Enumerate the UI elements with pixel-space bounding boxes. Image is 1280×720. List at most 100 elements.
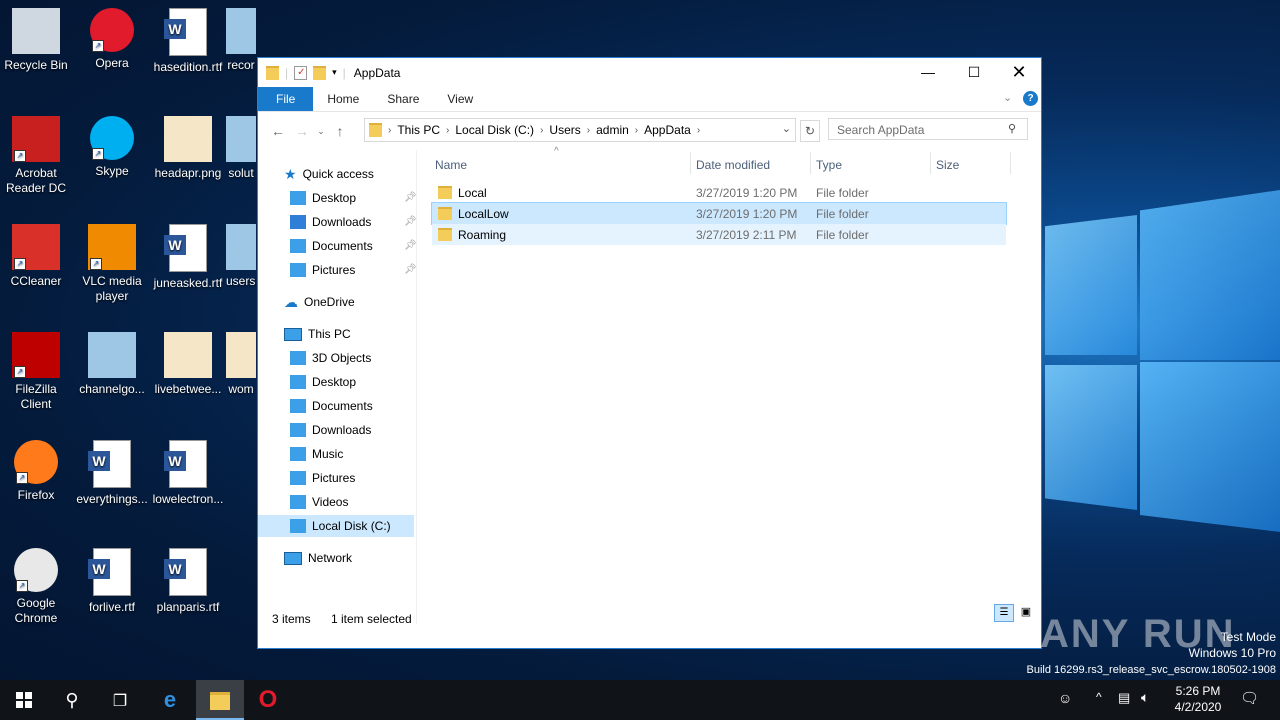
nav-qa-item[interactable]: Desktop 📌︎ xyxy=(290,187,417,209)
volume-icon[interactable]: 🔈︎ xyxy=(1141,689,1149,706)
up-arrow-icon[interactable]: ↑ xyxy=(328,123,352,139)
chevron-right-icon[interactable]: › xyxy=(587,125,590,136)
desktop-icon[interactable]: ↗ Google Chrome xyxy=(0,542,74,626)
desktop-icon[interactable]: wom xyxy=(226,326,256,397)
chevron-right-icon[interactable]: › xyxy=(446,125,449,136)
pin-icon[interactable]: 📌︎ xyxy=(404,235,417,257)
details-view-icon[interactable]: ☰ xyxy=(994,604,1014,622)
clock[interactable]: 5:26 PM 4/2/2020 xyxy=(1168,684,1228,714)
network-tray-icon[interactable]: ▤ xyxy=(1118,690,1130,706)
chevron-right-icon[interactable]: › xyxy=(388,125,391,136)
desktop-icon[interactable]: livebetwee... xyxy=(150,326,226,397)
taskbar-edge[interactable]: e xyxy=(146,680,194,720)
desktop-icon[interactable]: ↗ Firefox xyxy=(0,434,74,503)
desktop-icon[interactable]: ↗ VLC media player xyxy=(74,218,150,304)
new-folder-icon[interactable] xyxy=(313,65,327,80)
desktop-icon[interactable]: recor xyxy=(226,2,256,73)
back-arrow-icon[interactable]: ← xyxy=(266,123,290,139)
column-header-name[interactable]: Name xyxy=(435,158,467,172)
refresh-icon[interactable]: ↻ xyxy=(800,120,820,142)
pane-divider[interactable] xyxy=(416,150,417,624)
customize-qat-icon[interactable]: ▾ xyxy=(332,67,337,78)
properties-icon[interactable]: ✓ xyxy=(294,65,308,80)
tab-share[interactable]: Share xyxy=(373,87,433,111)
expand-ribbon-icon[interactable]: ⌄ xyxy=(1003,91,1012,104)
pin-icon[interactable]: 📌︎ xyxy=(404,211,417,233)
nav-network[interactable]: Network xyxy=(284,547,352,569)
taskbar-opera[interactable]: O xyxy=(244,680,292,720)
breadcrumb-appdata[interactable]: AppData xyxy=(644,123,691,137)
nav-onedrive[interactable]: ☁ OneDrive xyxy=(284,291,355,313)
desktop-icon[interactable]: ↗ Opera xyxy=(74,2,150,71)
nav-pc-item[interactable]: Local Disk (C:) xyxy=(258,515,414,537)
desktop-icon[interactable]: Weverythings... xyxy=(74,434,150,507)
help-icon[interactable]: ? xyxy=(1023,91,1038,106)
breadcrumb-this-pc[interactable]: This PC xyxy=(397,123,440,137)
chevron-right-icon[interactable]: › xyxy=(635,125,638,136)
breadcrumb-local-disk[interactable]: Local Disk (C:) xyxy=(455,123,534,137)
large-icons-view-icon[interactable]: ▣ xyxy=(1018,604,1034,620)
nav-pc-item[interactable]: Videos xyxy=(258,491,414,513)
folder-icon[interactable] xyxy=(266,65,279,80)
address-bar[interactable]: › This PC › Local Disk (C:) › Users › ad… xyxy=(364,118,796,142)
taskbar-file-explorer[interactable] xyxy=(196,680,244,720)
address-dropdown-icon[interactable]: ⌄ xyxy=(782,122,791,135)
shortcut-arrow-icon: ↗ xyxy=(16,472,28,484)
tab-home[interactable]: Home xyxy=(313,87,373,111)
people-icon[interactable]: ☺ xyxy=(1058,690,1072,706)
column-header-size[interactable]: Size xyxy=(936,158,959,172)
column-header-date[interactable]: Date modified xyxy=(696,158,770,172)
chevron-right-icon[interactable]: › xyxy=(697,125,700,136)
desktop-icon[interactable]: channelgo... xyxy=(74,326,150,397)
nav-pc-item[interactable]: Downloads xyxy=(258,419,414,441)
pin-icon[interactable]: 📌︎ xyxy=(404,259,417,281)
desktop-icon[interactable]: Wplanparis.rtf xyxy=(150,542,226,615)
nav-this-pc[interactable]: This PC xyxy=(284,323,351,345)
nav-pc-item[interactable]: 3D Objects xyxy=(258,347,414,369)
nav-qa-item[interactable]: Pictures 📌︎ xyxy=(290,259,417,281)
breadcrumb-users[interactable]: Users xyxy=(549,123,580,137)
table-row[interactable]: Roaming 3/27/2019 2:11 PM File folder xyxy=(432,224,1006,245)
pin-icon[interactable]: 📌︎ xyxy=(404,187,417,209)
search-input[interactable]: Search AppData xyxy=(828,118,1028,140)
table-row[interactable]: LocalLow 3/27/2019 1:20 PM File folder xyxy=(431,202,1007,225)
column-header-type[interactable]: Type xyxy=(816,158,842,172)
chevron-right-icon[interactable]: › xyxy=(540,125,543,136)
forward-arrow-icon[interactable]: → xyxy=(290,123,314,139)
image-file-icon xyxy=(88,332,136,378)
nav-pc-item[interactable]: Desktop xyxy=(258,371,414,393)
desktop-icon[interactable]: Wjuneasked.rtf xyxy=(150,218,226,291)
nav-pc-item[interactable]: Music xyxy=(258,443,414,465)
desktop-icon[interactable]: Recycle Bin xyxy=(0,2,74,73)
nav-qa-item[interactable]: Documents 📌︎ xyxy=(290,235,417,257)
desktop-icon[interactable]: Wlowelectron... xyxy=(150,434,226,507)
desktop-icon[interactable]: usersr xyxy=(226,218,256,289)
maximize-button[interactable]: ☐ xyxy=(951,58,997,87)
desktop-icon[interactable]: solut xyxy=(226,110,256,181)
tab-view[interactable]: View xyxy=(433,87,487,111)
breadcrumb-admin[interactable]: admin xyxy=(596,123,629,137)
tab-file[interactable]: File xyxy=(258,87,314,111)
desktop-icon[interactable]: ↗ Acrobat Reader DC xyxy=(0,110,74,196)
desktop-icon[interactable]: ↗ CCleaner xyxy=(0,218,74,289)
desktop-icon[interactable]: Wforlive.rtf xyxy=(74,542,150,615)
minimize-button[interactable]: — xyxy=(905,58,951,87)
nav-pc-item[interactable]: Documents xyxy=(258,395,414,417)
desktop-icon[interactable]: headapr.png xyxy=(150,110,226,181)
show-hidden-icons-chevron-icon[interactable]: ^ xyxy=(1096,690,1102,704)
nav-label: Documents xyxy=(312,399,373,413)
nav-quick-access[interactable]: ★ Quick access xyxy=(284,163,374,185)
desktop-icon[interactable]: Whasedition.rtf xyxy=(150,2,226,75)
title-bar[interactable]: | ✓ ▾ | AppData — ☐ ✕ xyxy=(258,58,1041,87)
recent-locations-chevron-icon[interactable]: ⌄ xyxy=(314,126,328,137)
task-view-button[interactable]: ❐ xyxy=(96,680,144,720)
start-button[interactable] xyxy=(0,680,48,720)
close-button[interactable]: ✕ xyxy=(996,58,1042,87)
desktop-icon[interactable]: ↗ Skype xyxy=(74,110,150,179)
nav-pc-item[interactable]: Pictures xyxy=(258,467,414,489)
search-button[interactable]: ⚲ xyxy=(48,680,96,720)
nav-qa-item[interactable]: Downloads 📌︎ xyxy=(290,211,417,233)
action-center-icon[interactable]: 🗨︎ xyxy=(1240,689,1259,707)
table-row[interactable]: Local 3/27/2019 1:20 PM File folder xyxy=(432,182,1006,203)
desktop-icon[interactable]: ↗ FileZilla Client xyxy=(0,326,74,412)
